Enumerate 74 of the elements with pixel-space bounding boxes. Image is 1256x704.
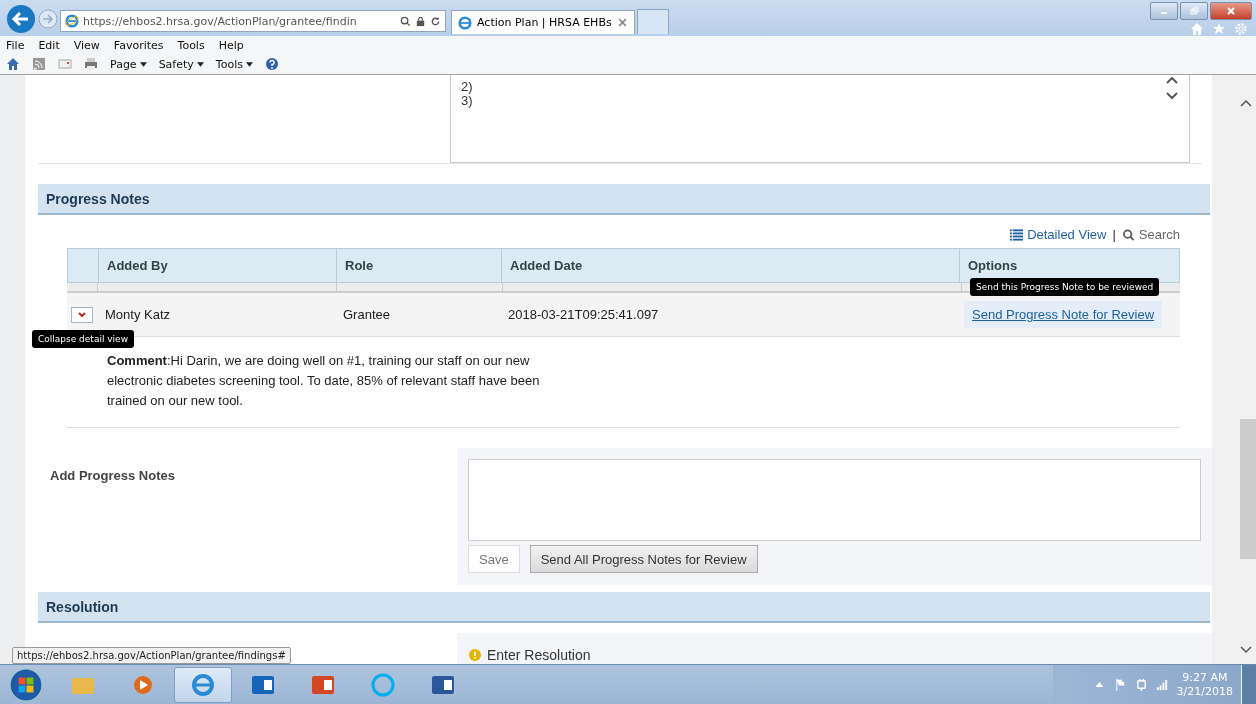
feed-icon[interactable] [32, 57, 46, 71]
flag-icon[interactable] [1113, 678, 1127, 691]
power-plug-icon[interactable] [1134, 678, 1148, 691]
table-cell-text: Grantee [342, 307, 391, 323]
windows-logo [9, 667, 43, 702]
column-header: Role [336, 249, 501, 283]
close-button[interactable] [1210, 2, 1252, 20]
view-link[interactable]: Detailed View [1010, 227, 1107, 243]
view-link[interactable]: Search [1121, 227, 1180, 243]
command-menu[interactable]: Safety [158, 57, 194, 71]
home-icon[interactable] [6, 57, 20, 71]
help-icon[interactable] [264, 57, 279, 71]
search-icon [400, 15, 411, 27]
minimize-button[interactable] [1150, 2, 1178, 20]
scroll-up-icon[interactable] [1240, 99, 1252, 107]
save-button[interactable]: Save [468, 545, 520, 574]
browser-tab[interactable]: Action Plan | HRSA EHBs [451, 10, 635, 34]
address-bar[interactable]: https://ehbos2.hrsa.gov/ActionPlan/grantee/findin [60, 10, 446, 32]
new-tab-button[interactable] [637, 9, 669, 34]
menu-item[interactable]: File [6, 38, 25, 52]
column-header: Added By [98, 249, 336, 283]
table-cell-text: Monty Katz [104, 307, 172, 323]
scroll-thumb[interactable] [1240, 419, 1256, 559]
menu-item[interactable]: Favorites [113, 38, 164, 52]
list-number: 3) [461, 94, 473, 108]
comment-text: Comment:Hi Darin, we are doing well on #1, training our staff on our new electronic diabetes screening tool. To date, 85% of relevant staff have been trained on our new tool. [107, 352, 541, 411]
settings-icon[interactable] [1234, 22, 1248, 36]
send-review-link[interactable]: Send Progress Note for Review [964, 301, 1163, 329]
restore-button[interactable] [1180, 2, 1208, 20]
menu-item[interactable]: Help [218, 38, 244, 52]
menu-item[interactable]: View [73, 38, 100, 52]
printer-icon[interactable] [84, 57, 98, 71]
prompt-text: Enter Resolution [487, 647, 591, 664]
field-label: Add Progress Notes [50, 468, 175, 484]
close-icon [617, 17, 628, 28]
command-menu[interactable]: Tools [215, 57, 243, 71]
address-text: https://ehbos2.hrsa.gov/ActionPlan/grantee/findin [83, 14, 358, 28]
chevron-icon [77, 309, 87, 320]
separator: | [1112, 227, 1116, 243]
browser-icon [65, 14, 79, 28]
notes-input[interactable] [468, 459, 1201, 542]
menu-item[interactable]: Edit [38, 38, 60, 52]
expand-toggle[interactable] [71, 306, 93, 323]
tooltip: Collapse detail view [32, 330, 134, 349]
signal-icon[interactable] [1155, 678, 1169, 691]
forward-button[interactable] [38, 9, 58, 29]
caret-icon[interactable] [196, 61, 204, 67]
show-desktop-button[interactable] [1241, 665, 1256, 704]
scroll-down-icon[interactable] [1240, 646, 1252, 654]
menu-item[interactable]: Tools [177, 38, 205, 52]
list-icon [1010, 228, 1024, 241]
mail-icon[interactable] [58, 57, 72, 71]
status-url: https://ehbos2.hrsa.gov/ActionPlan/grantee/findings# [12, 647, 291, 664]
text-area[interactable]: 2) 3) [450, 75, 1190, 163]
browser-icon [458, 15, 472, 30]
column-header: Added Date [501, 249, 959, 283]
command-menu[interactable]: Page [110, 57, 137, 71]
section-header: Progress Notes [38, 184, 1210, 216]
star-icon[interactable] [1212, 22, 1226, 36]
refresh-icon [430, 15, 441, 27]
restore-icon [1189, 6, 1199, 16]
section-header: Resolution [38, 592, 1210, 624]
list-number: 2) [461, 80, 473, 94]
scrollbar[interactable] [1212, 75, 1256, 664]
back-button[interactable] [6, 4, 36, 34]
caret-icon[interactable] [139, 61, 147, 67]
tooltip: Send this Progress Note to be reviewed [970, 278, 1160, 297]
send-all-button[interactable]: Send All Progress Notes for Review [529, 545, 758, 574]
search-icon [1121, 228, 1135, 241]
table-cell-text: 2018-03-21T09:25:41.097 [507, 307, 660, 323]
close-icon [1226, 6, 1236, 16]
taskbar-app[interactable] [174, 666, 232, 703]
caret-icon[interactable] [245, 61, 253, 67]
lock-icon [415, 15, 426, 27]
